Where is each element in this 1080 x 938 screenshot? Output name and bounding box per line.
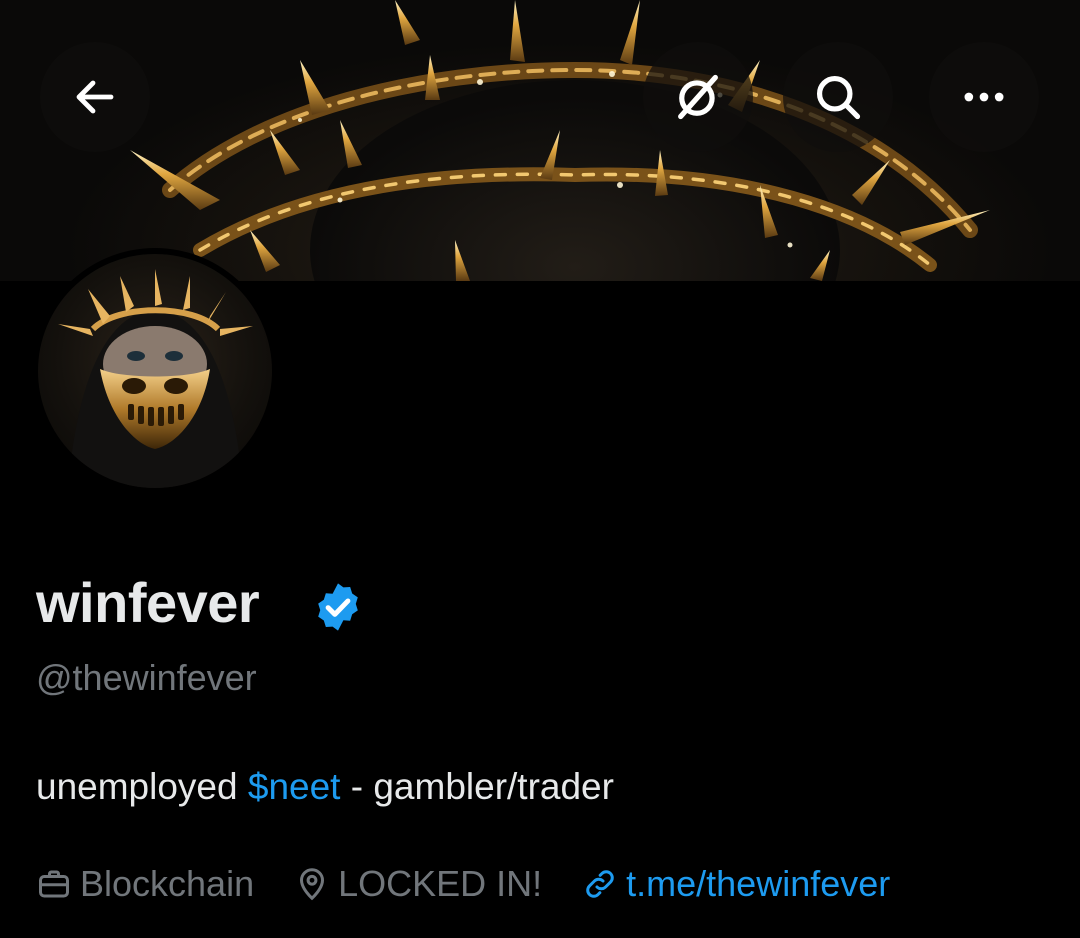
verified-badge-icon[interactable] [311,580,365,634]
more-dots-icon [964,92,1004,102]
back-button[interactable] [40,42,150,152]
profile-bio: unemployed $neet - gambler/trader [36,766,614,808]
display-name: winfever [36,571,260,634]
search-button[interactable] [783,42,893,152]
grok-icon [678,74,718,120]
profile-website-link[interactable]: t.me/thewinfever [582,863,890,905]
avatar-image [38,254,272,488]
briefcase-icon [39,870,69,898]
arrow-left-icon [76,80,114,114]
location-label: LOCKED IN! [338,863,543,904]
profile-meta-row: Blockchain LOCKED IN! t.me/thewinfever [36,860,890,908]
bio-text-start: unemployed [36,766,248,807]
profile-banner[interactable] [0,0,1080,281]
profile-avatar[interactable] [32,248,278,494]
link-icon [586,870,614,898]
website-label[interactable]: t.me/thewinfever [626,863,890,905]
bio-cashtag-link[interactable]: $neet [248,766,341,807]
more-options-button[interactable] [929,42,1039,152]
category-label: Blockchain [80,863,255,904]
profile-location: LOCKED IN! [294,863,542,905]
grok-button[interactable] [643,42,753,152]
profile-handle: @thewinfever [36,657,257,698]
bio-text-end: - gambler/trader [340,766,614,807]
banner-image [130,0,990,281]
location-pin-icon [300,868,325,901]
search-icon [816,75,861,120]
profile-category: Blockchain [36,863,254,905]
